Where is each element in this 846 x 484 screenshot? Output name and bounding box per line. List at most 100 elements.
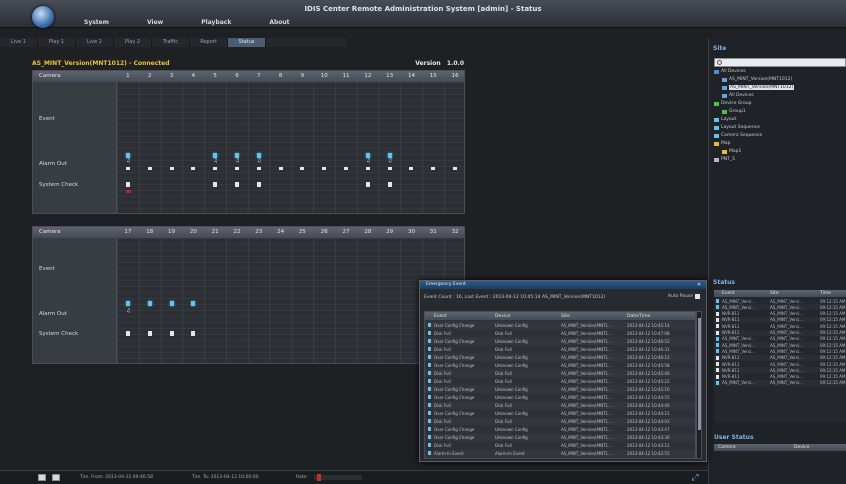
camera-number[interactable]: 13 <box>379 71 401 82</box>
camera-number[interactable]: 31 <box>422 227 444 238</box>
alarm-out-indicator[interactable] <box>234 166 239 170</box>
alarm-out-indicator[interactable] <box>147 166 152 170</box>
status-row[interactable]: AS_MINT_Versi... AS_MINT_Versi... 09:12:15… <box>714 336 846 342</box>
site-search-input[interactable] <box>714 58 846 67</box>
camera-number[interactable]: 17 <box>117 227 139 238</box>
event-row[interactable]: Over Config Change Unknown Config AS_MINT_… <box>425 410 695 418</box>
tree-node[interactable]: PNT_S <box>714 156 735 163</box>
menu-about[interactable]: About <box>263 19 295 29</box>
event-row[interactable]: Over Config Change Unknown Config AS_MINT_… <box>425 433 695 442</box>
event-row[interactable]: Disk Full Disk Full AS_MINT_Version(MNT1..… <box>425 417 695 426</box>
event-indicator[interactable] <box>169 300 174 306</box>
alarm-bell-icon[interactable]: ♫ <box>235 158 240 164</box>
system-check-indicator[interactable] <box>213 181 218 187</box>
scrollbar-thumb[interactable] <box>698 318 701 431</box>
camera-number[interactable]: 1 <box>117 71 139 82</box>
tab-live-2[interactable]: Live 2 <box>76 38 114 47</box>
event-indicator[interactable] <box>234 152 239 158</box>
alarm-out-indicator[interactable] <box>125 166 130 170</box>
tree-node[interactable]: All Devices <box>714 68 746 75</box>
camera-number[interactable]: 3 <box>161 71 183 82</box>
expand-icon[interactable]: ⤢ <box>690 473 700 483</box>
alarm-bell-icon[interactable]: ♫ <box>366 158 371 164</box>
tree-node[interactable]: All Devices <box>722 92 754 99</box>
alarm-out-indicator[interactable] <box>365 166 370 170</box>
status-column-header[interactable]: Site <box>770 291 779 296</box>
camera-number[interactable]: 2 <box>139 71 161 82</box>
camera-number[interactable]: 4 <box>182 71 204 82</box>
alarm-bell-icon[interactable]: ♫ <box>126 158 131 164</box>
system-check-indicator[interactable] <box>387 181 392 187</box>
tab-live-1[interactable]: Live 1 <box>0 38 38 47</box>
alarm-out-indicator[interactable] <box>431 166 436 170</box>
event-row[interactable]: Over Config Change Unknown Config AS_MINT_… <box>425 393 695 401</box>
event-column-header[interactable]: Device <box>495 314 510 319</box>
system-check-indicator[interactable] <box>234 181 239 187</box>
alarm-out-indicator[interactable] <box>278 166 283 170</box>
dialog-scrollbar[interactable] <box>696 311 702 459</box>
camera-number[interactable]: 6 <box>226 71 248 82</box>
system-check-alert[interactable] <box>125 189 131 193</box>
event-indicator[interactable] <box>191 300 196 306</box>
camera-number[interactable]: 9 <box>292 71 314 82</box>
system-check-indicator[interactable] <box>365 181 370 187</box>
camera-number[interactable]: 21 <box>204 227 226 238</box>
event-row[interactable]: Disk Full Disk Full AS_MINT_Version(MNT1..… <box>425 401 695 410</box>
status-row[interactable]: AS_MINT_Versi... AS_MINT_Versi... 09:12:15… <box>714 379 846 386</box>
camera-number[interactable]: 5 <box>204 71 226 82</box>
alarm-out-indicator[interactable] <box>300 166 305 170</box>
camera-number[interactable]: 8 <box>270 71 292 82</box>
event-indicator[interactable] <box>147 300 152 306</box>
camera-number[interactable]: 12 <box>357 71 379 82</box>
event-row[interactable]: Over Config Change Unknown Config AS_MINT_… <box>425 353 695 361</box>
alarm-out-indicator[interactable] <box>322 166 327 170</box>
status-row[interactable]: AS_MINT_Versi... AS_MINT_Versi... 09:12:15… <box>714 342 846 349</box>
event-row[interactable]: Over Config Change Unknown Config AS_MINT_… <box>425 385 695 393</box>
event-row[interactable]: Disk Full Disk Full AS_MINT_Version(MNT1..… <box>425 442 695 450</box>
tree-node[interactable]: AS_MINT_Version(MNT1012) <box>722 84 795 91</box>
event-indicator[interactable] <box>125 300 130 306</box>
user-status-column-header[interactable]: Device <box>794 445 809 450</box>
camera-number[interactable]: 28 <box>357 227 379 238</box>
camera-number[interactable]: 16 <box>444 71 466 82</box>
alarm-bell-icon[interactable]: ♫ <box>213 158 218 164</box>
system-check-indicator[interactable] <box>125 181 130 187</box>
status-row[interactable]: NVR-811 AS_MINT_Versi... 09:12:15 AM <box>714 323 846 329</box>
event-indicator[interactable] <box>125 152 130 158</box>
camera-number[interactable]: 26 <box>313 227 335 238</box>
event-row[interactable]: Disk Full Disk Full AS_MINT_Version(MNT1..… <box>425 345 695 353</box>
tab-report[interactable]: Report <box>190 38 228 47</box>
status-row[interactable]: NVR-811 AS_MINT_Versi... 09:12:15 AM <box>714 316 846 323</box>
status-row[interactable]: NVR-811 AS_MINT_Versi... 09:12:15 AM <box>714 374 846 380</box>
menu-system[interactable]: System <box>78 19 115 29</box>
camera-number[interactable]: 24 <box>270 227 292 238</box>
tree-node[interactable]: Map1 <box>722 148 741 155</box>
camera-number[interactable]: 10 <box>313 71 335 82</box>
event-row[interactable]: Disk Full Disk Full AS_MINT_Version(MNT1..… <box>425 329 695 337</box>
event-column-header[interactable]: Site <box>561 314 570 319</box>
alarm-out-indicator[interactable] <box>387 166 392 170</box>
monitor-button[interactable] <box>38 474 46 481</box>
rate-slider[interactable] <box>314 475 362 480</box>
event-indicator[interactable] <box>387 152 392 158</box>
alarm-out-indicator[interactable] <box>409 166 414 170</box>
camera-number[interactable]: 19 <box>161 227 183 238</box>
status-column-header[interactable]: Time <box>820 291 831 296</box>
status-row[interactable]: NVR-811 AS_MINT_Versi... 09:12:15 AM <box>714 329 846 336</box>
alarm-out-indicator[interactable] <box>344 166 349 170</box>
event-indicator[interactable] <box>365 152 370 158</box>
tab-traffic[interactable]: Traffic <box>152 38 190 47</box>
system-check-indicator[interactable] <box>169 330 174 336</box>
event-indicator[interactable] <box>213 152 218 158</box>
menu-playback[interactable]: Playback <box>195 19 237 29</box>
rate-slider-handle[interactable] <box>316 474 321 481</box>
event-row[interactable]: Over Config Change Unknown Config AS_MINT_… <box>425 321 695 329</box>
alarm-out-indicator[interactable] <box>169 166 174 170</box>
tree-node[interactable]: Layout Sequence <box>714 124 760 131</box>
camera-number[interactable]: 15 <box>422 71 444 82</box>
event-row[interactable]: Over Config Change Unknown Config AS_MINT_… <box>425 426 695 434</box>
camera-number[interactable]: 23 <box>248 227 270 238</box>
auto-pause-checkbox[interactable]: Auto Pause <box>668 294 700 299</box>
save-button[interactable] <box>52 474 60 481</box>
event-row[interactable]: Alarm-In Event Alarm-In Event AS_MINT_Vers… <box>425 449 695 458</box>
